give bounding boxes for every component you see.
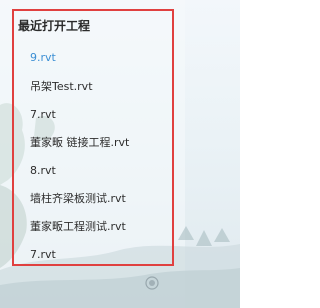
- recent-project-item[interactable]: 7.rvt: [30, 108, 56, 122]
- recent-project-item[interactable]: 董家畈 链接工程.rvt: [30, 136, 129, 150]
- recent-project-item[interactable]: 9.rvt: [30, 51, 56, 65]
- recent-project-item[interactable]: 墙柱齐梁板测试.rvt: [30, 192, 126, 206]
- recent-project-item[interactable]: 7.rvt: [30, 248, 56, 262]
- recent-project-item[interactable]: 吊架Test.rvt: [30, 80, 93, 94]
- recent-projects-screen: 最近打开工程 9.rvt 吊架Test.rvt 7.rvt 董家畈 链接工程.r…: [0, 0, 240, 308]
- recent-project-item[interactable]: 董家畈工程测试.rvt: [30, 220, 126, 234]
- recent-projects-list: 9.rvt 吊架Test.rvt 7.rvt 董家畈 链接工程.rvt 8.rv…: [0, 0, 240, 308]
- recent-project-item[interactable]: 8.rvt: [30, 164, 56, 178]
